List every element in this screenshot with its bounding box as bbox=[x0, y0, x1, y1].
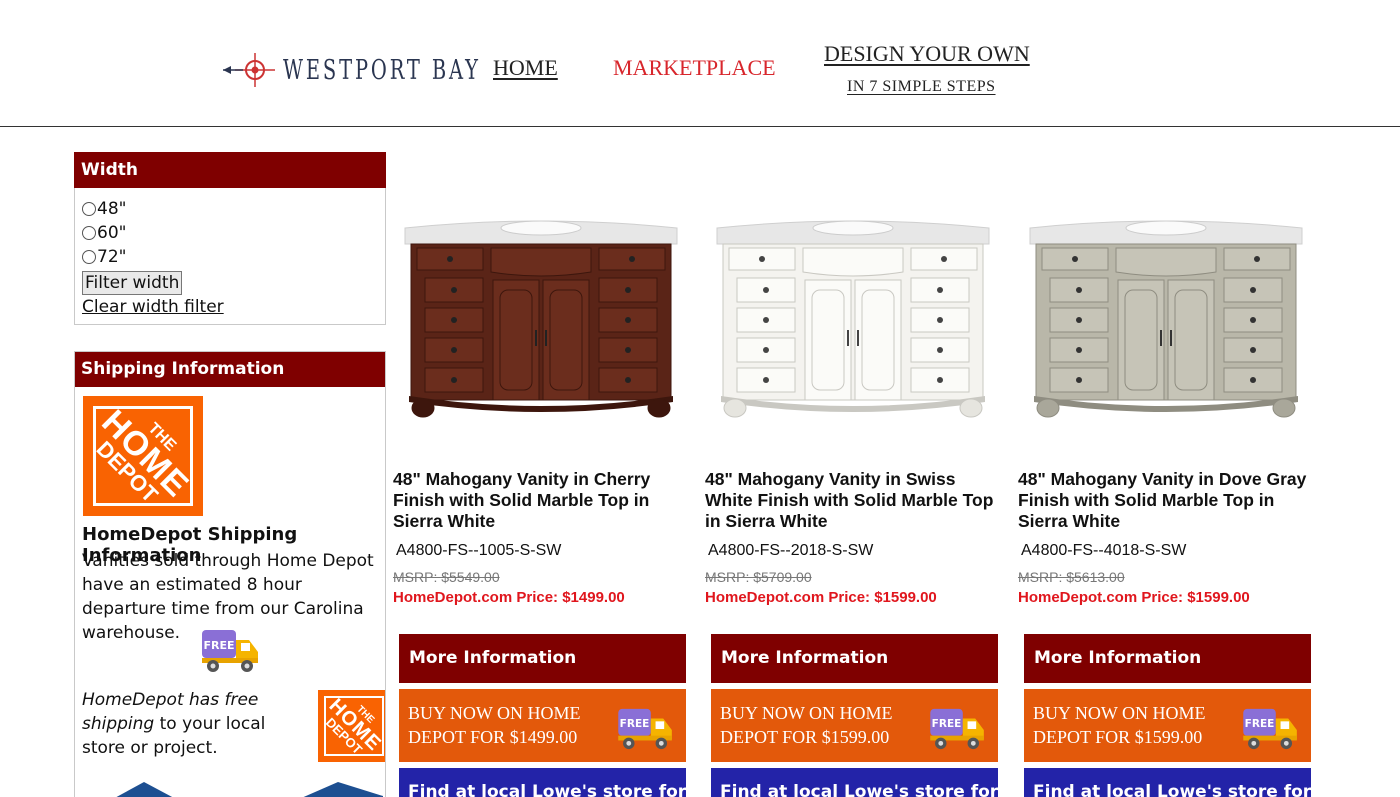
clear-width-filter-link[interactable]: Clear width filter bbox=[75, 297, 385, 317]
home-depot-logo: THE HOME DEPOT bbox=[83, 396, 203, 516]
product-msrp: MSRP: $5613.00 bbox=[1018, 569, 1125, 585]
width-filter-heading: Width bbox=[74, 152, 386, 188]
lowes-roof-icon bbox=[116, 782, 173, 797]
nav-design-your-own[interactable]: DESIGN YOUR OWN bbox=[824, 41, 1030, 67]
width-option-label: 48" bbox=[97, 199, 127, 219]
svg-text:FREE: FREE bbox=[1245, 718, 1275, 730]
shipping-info-heading: Shipping Information bbox=[75, 352, 385, 387]
filter-width-button[interactable]: Filter width bbox=[82, 271, 183, 295]
site-header: WESTPORT BAY HOME MARKETPLACE DESIGN YOU… bbox=[0, 0, 1400, 127]
buy-button-label: BUY NOW ON HOME DEPOT FOR $1499.00 bbox=[408, 703, 581, 747]
buy-home-depot-button[interactable]: BUY NOW ON HOME DEPOT FOR $1599.00 FREE bbox=[1024, 689, 1311, 762]
product-price: HomeDepot.com Price: $1499.00 bbox=[393, 589, 625, 606]
product-image-gray[interactable] bbox=[1026, 210, 1306, 425]
width-option-60[interactable]: 60" bbox=[75, 221, 385, 245]
more-information-button[interactable]: More Information bbox=[711, 634, 998, 683]
width-option-label: 60" bbox=[97, 223, 127, 243]
width-option-label: 72" bbox=[97, 247, 127, 267]
product-title[interactable]: 48" Mahogany Vanity in Cherry Finish wit… bbox=[393, 469, 693, 532]
product-price: HomeDepot.com Price: $1599.00 bbox=[1018, 589, 1250, 606]
product-price: HomeDepot.com Price: $1599.00 bbox=[705, 589, 937, 606]
svg-text:FREE: FREE bbox=[620, 718, 650, 730]
nav-home[interactable]: HOME bbox=[493, 55, 558, 81]
width-option-72[interactable]: 72" bbox=[75, 245, 385, 269]
buy-home-depot-button[interactable]: BUY NOW ON HOME DEPOT FOR $1599.00 FREE bbox=[711, 689, 998, 762]
find-lowes-button[interactable]: Find at local Lowe's store for bbox=[1024, 768, 1311, 797]
width-filter-panel: Width 48" 60" 72" Filter width Clear wid… bbox=[74, 152, 386, 325]
lowes-roof-icon bbox=[303, 782, 383, 797]
nav-marketplace[interactable]: MARKETPLACE bbox=[613, 55, 776, 81]
crosshair-compass-icon bbox=[223, 53, 275, 87]
find-lowes-button[interactable]: Find at local Lowe's store for bbox=[711, 768, 998, 797]
radio-button-icon[interactable] bbox=[82, 250, 96, 264]
product-sku: A4800-FS--1005-S-SW bbox=[396, 542, 562, 559]
shipping-info-panel: Shipping Information THE HOME DEPOT Home… bbox=[74, 351, 386, 797]
product-sku: A4800-FS--4018-S-SW bbox=[1021, 542, 1187, 559]
more-information-button[interactable]: More Information bbox=[399, 634, 686, 683]
radio-button-icon[interactable] bbox=[82, 226, 96, 240]
buy-button-label: BUY NOW ON HOME DEPOT FOR $1599.00 bbox=[720, 703, 893, 747]
free-label: FREE bbox=[203, 639, 234, 652]
radio-button-icon[interactable] bbox=[82, 202, 96, 216]
product-msrp: MSRP: $5709.00 bbox=[705, 569, 812, 585]
svg-text:FREE: FREE bbox=[932, 718, 962, 730]
product-title[interactable]: 48" Mahogany Vanity in Dove Gray Finish … bbox=[1018, 469, 1318, 532]
more-information-button[interactable]: More Information bbox=[1024, 634, 1311, 683]
product-image-white[interactable] bbox=[713, 210, 993, 425]
nav-design-subtitle[interactable]: IN 7 SIMPLE STEPS bbox=[847, 78, 996, 96]
free-shipping-truck-icon: FREE bbox=[1242, 707, 1300, 755]
product-title[interactable]: 48" Mahogany Vanity in Swiss White Finis… bbox=[705, 469, 1005, 532]
free-shipping-truck-icon: FREE bbox=[201, 628, 261, 678]
free-shipping-truck-icon: FREE bbox=[617, 707, 675, 755]
free-shipping-truck-icon: FREE bbox=[929, 707, 987, 755]
logo-text: WESTPORT BAY bbox=[283, 54, 481, 86]
buy-home-depot-button[interactable]: BUY NOW ON HOME DEPOT FOR $1499.00 FREE bbox=[399, 689, 686, 762]
product-image-cherry[interactable] bbox=[401, 210, 681, 425]
buy-button-label: BUY NOW ON HOME DEPOT FOR $1599.00 bbox=[1033, 703, 1206, 747]
find-lowes-button[interactable]: Find at local Lowe's store for bbox=[399, 768, 686, 797]
width-option-48[interactable]: 48" bbox=[75, 197, 385, 221]
product-sku: A4800-FS--2018-S-SW bbox=[708, 542, 874, 559]
product-msrp: MSRP: $5549.00 bbox=[393, 569, 500, 585]
free-shipping-note: HomeDepot has free shipping to your loca… bbox=[82, 688, 310, 760]
home-depot-logo-small: THE HOME DEPOT bbox=[318, 690, 385, 762]
